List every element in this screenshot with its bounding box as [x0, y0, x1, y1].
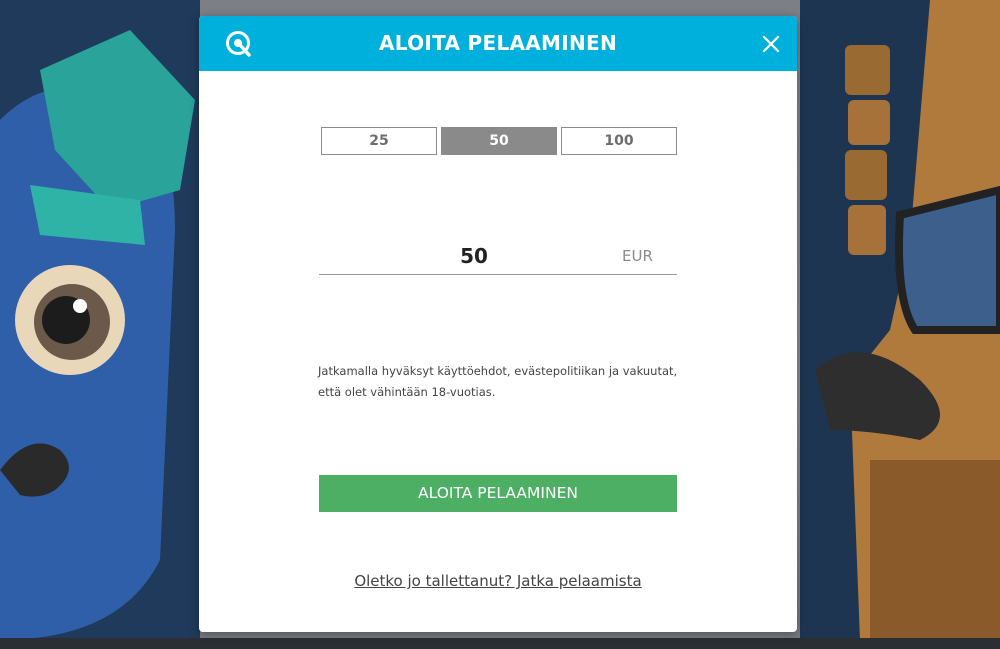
left-character-illustration [0, 0, 200, 640]
amount-field: EUR [319, 238, 677, 275]
amount-option-50[interactable]: 50 [441, 127, 557, 155]
start-playing-button[interactable]: ALOITA PELAAMINEN [319, 475, 677, 512]
continue-playing-link[interactable]: Oletko jo tallettanut? Jatka pelaamista [199, 572, 797, 590]
amount-option-100[interactable]: 100 [561, 127, 677, 155]
close-icon[interactable] [761, 34, 781, 54]
amount-options: 25 50 100 [321, 127, 681, 155]
amount-input[interactable] [319, 238, 629, 274]
amount-option-25[interactable]: 25 [321, 127, 437, 155]
right-character-illustration [800, 0, 1000, 640]
modal-header: ALOITA PELAAMINEN [199, 16, 797, 71]
start-playing-modal: ALOITA PELAAMINEN 25 50 100 EUR Jatkamal… [199, 16, 797, 632]
currency-label: EUR [622, 247, 653, 265]
terms-text: Jatkamalla hyväksyt käyttöehdot, evästep… [318, 364, 678, 399]
modal-title: ALOITA PELAAMINEN [378, 31, 618, 55]
background-bottom-bar [0, 638, 1000, 649]
